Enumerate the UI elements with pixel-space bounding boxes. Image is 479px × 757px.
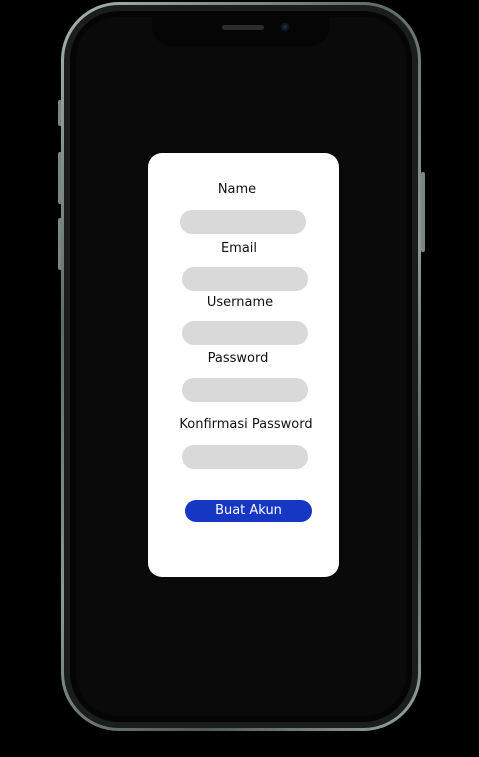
confirm-password-input[interactable] (182, 445, 308, 469)
email-input[interactable] (182, 267, 308, 291)
name-label: Name (217, 182, 257, 197)
confirm-password-label: Konfirmasi Password (179, 417, 313, 432)
password-input[interactable] (182, 378, 308, 402)
power-button (421, 172, 425, 252)
notch (152, 17, 330, 46)
username-label: Username (206, 295, 274, 310)
register-form-card: Name Email Username Password Konfirmasi … (148, 153, 339, 577)
create-account-button[interactable]: Buat Akun (185, 500, 312, 522)
stage: Name Email Username Password Konfirmasi … (0, 0, 479, 757)
speaker-icon (222, 25, 264, 30)
name-input[interactable] (180, 210, 306, 234)
username-input[interactable] (182, 321, 308, 345)
password-label: Password (207, 351, 269, 366)
email-label: Email (220, 241, 258, 256)
camera-icon (281, 23, 289, 31)
